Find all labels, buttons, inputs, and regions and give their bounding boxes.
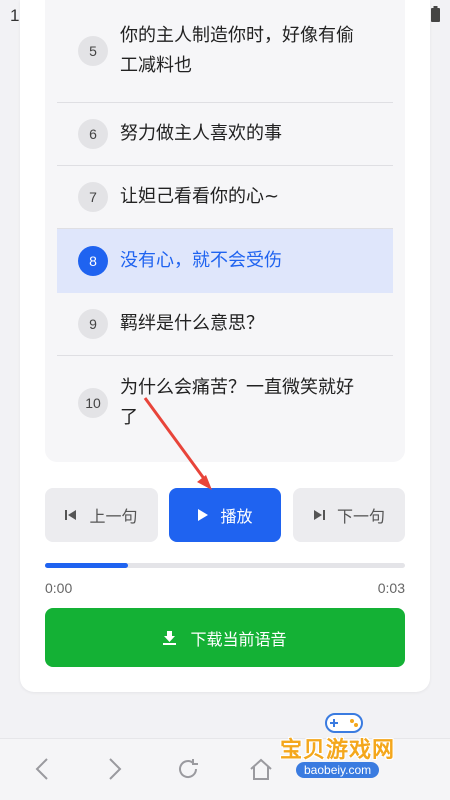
watermark: 宝贝游戏网 baobeiy.com (278, 708, 428, 790)
item-number: 5 (78, 36, 108, 66)
home-icon[interactable] (249, 757, 273, 785)
item-number: 6 (78, 119, 108, 149)
battery-icon (431, 6, 440, 26)
play-button[interactable]: 播放 (169, 488, 281, 542)
item-text: 你的主人制造你时，好像有偷工减料也 (120, 25, 354, 76)
next-label: 下一句 (336, 507, 385, 526)
play-icon (198, 509, 209, 521)
item-text: 努力做主人喜欢的事 (120, 123, 282, 144)
sentence-list: 5 你的主人制造你时，好像有偷工减料也 6 努力做主人喜欢的事 7 让妲己看看你… (45, 0, 405, 462)
item-number: 8 (78, 245, 108, 276)
list-item[interactable]: 7 让妲己看看你的心~ (57, 166, 393, 229)
list-item-active[interactable]: 8 没有心，就不会受伤 (57, 229, 393, 293)
back-icon[interactable] (34, 757, 50, 785)
list-item[interactable]: 10 为什么会痛苦？一直微笑就好了 (57, 356, 393, 450)
skip-next-icon (313, 510, 325, 520)
item-text: 羁绊是什么意思？ (120, 313, 264, 334)
forward-icon[interactable] (107, 757, 123, 785)
download-label: 下载当前语音 (190, 629, 287, 649)
list-item[interactable]: 6 努力做主人喜欢的事 (57, 103, 393, 166)
previous-button[interactable]: 上一句 (45, 488, 158, 542)
progress-bar[interactable] (45, 563, 405, 568)
item-number: 9 (78, 309, 108, 339)
list-item[interactable]: 9 羁绊是什么意思？ (57, 293, 393, 356)
next-button[interactable]: 下一句 (293, 488, 405, 542)
item-text: 没有心，就不会受伤 (120, 249, 282, 271)
progress-fill (45, 563, 128, 568)
refresh-icon[interactable] (176, 757, 200, 785)
list-item[interactable]: 5 你的主人制造你时，好像有偷工减料也 (57, 0, 393, 103)
previous-label: 上一句 (89, 507, 138, 526)
download-button[interactable]: 下载当前语音 (45, 608, 405, 667)
watermark-url: baobeiy.com (296, 762, 380, 778)
play-label: 播放 (220, 507, 253, 526)
watermark-text: 宝贝游戏网 (280, 738, 396, 763)
item-number: 7 (78, 182, 108, 212)
item-text: 为什么会痛苦？一直微笑就好了 (120, 377, 354, 428)
item-text: 让妲己看看你的心~ (120, 186, 280, 207)
download-icon (163, 630, 177, 645)
skip-previous-icon (65, 510, 77, 520)
total-time: 0:03 (377, 580, 405, 596)
item-number: 10 (78, 388, 108, 418)
current-time: 0:00 (45, 580, 73, 596)
